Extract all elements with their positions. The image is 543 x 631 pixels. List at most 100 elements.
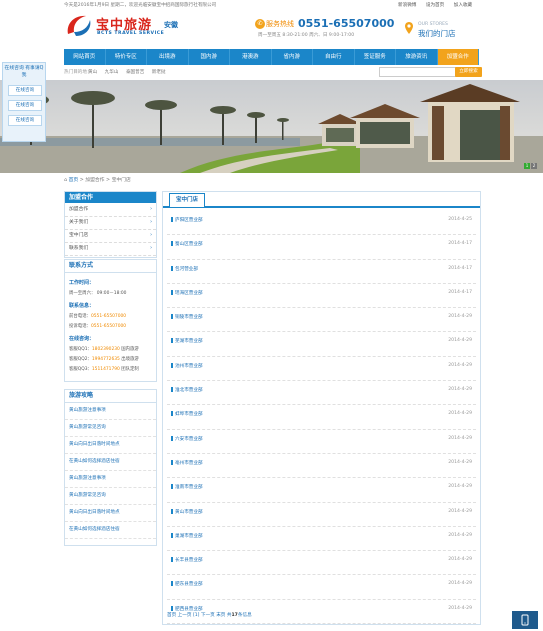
qq-line[interactable]: 客服QQ1：1802390230 国内旅游 — [65, 346, 156, 352]
search-row: 热门目的地： 黄山 九华山 泰国普吉 新老挝 立即搜索 — [64, 67, 482, 77]
nav-news[interactable]: 旅游资讯 — [396, 49, 438, 65]
hot-word-link[interactable]: 九华山 — [105, 70, 119, 75]
search-input[interactable] — [379, 67, 457, 77]
store-link[interactable]: 淮北市营业部 — [171, 387, 203, 393]
store-date: 2014-4-29 — [448, 338, 472, 344]
logo-brand-en: BCTS TRAVEL SERVICE — [97, 31, 165, 36]
current-page: [1] — [192, 613, 200, 618]
nav-outbound[interactable]: 出境游 — [147, 49, 189, 65]
store-link[interactable]: 庐阳区营业部 — [171, 217, 203, 223]
breadcrumb-separator: > — [79, 178, 84, 183]
guide-link[interactable]: 黄山向日出日落时间地点 — [65, 437, 156, 454]
store-date: 2014-4-29 — [448, 314, 472, 320]
banner-page-dot[interactable]: 1 — [524, 163, 530, 169]
hotline-number: 0551-65507000 — [298, 17, 395, 30]
store-date: 2014-4-29 — [448, 605, 472, 611]
guide-link[interactable]: 黄山旅游常见咨询 — [65, 420, 156, 437]
store-link[interactable]: 亳州市营业部 — [171, 460, 203, 466]
sidebar-item-franchise[interactable]: 加盟合作 — [65, 204, 156, 217]
store-link[interactable]: 芜湖市营业部 — [171, 338, 203, 344]
set-homepage-link[interactable]: 设为首页 — [426, 3, 444, 8]
qq-line[interactable]: 客服QQ3：1511471790 团队定制 — [65, 366, 156, 372]
breadcrumb-separator: > — [106, 178, 111, 183]
guide-link[interactable]: 在黄山如何选择酒店住宿 — [65, 522, 156, 539]
pagination: 首页 上一页 [1] 下一页 末页 共17条信息 — [167, 612, 252, 618]
nav-hk-macau[interactable]: 港澳游 — [230, 49, 272, 65]
guide-link[interactable]: 黄山旅游常见咨询 — [65, 488, 156, 505]
list-item: 黄山市营业部 2014-4-29 — [167, 503, 476, 527]
store-link[interactable]: 瑶海区营业部 — [171, 290, 203, 296]
qq-line[interactable]: 客服QQ2：1994772635 出境旅游 — [65, 356, 156, 362]
store-link[interactable]: 铜陵市营业部 — [171, 314, 203, 320]
list-item: 亳州市营业部 2014-4-29 — [167, 454, 476, 479]
work-hours-label: 工作时间： — [69, 280, 95, 286]
store-link[interactable]: 蚌埠市营业部 — [171, 411, 203, 417]
breadcrumb-franchise[interactable]: 加盟合作 — [85, 178, 104, 183]
store-link[interactable]: 蜀山区营业部 — [171, 241, 203, 247]
guide-heading: 旅游攻略 — [65, 390, 156, 403]
weibo-link[interactable]: 新浪微博 — [398, 3, 416, 8]
hot-word-link[interactable]: 泰国普吉 — [126, 70, 144, 75]
nav-specials[interactable]: 特价专区 — [106, 49, 147, 65]
site-logo[interactable]: 宝中旅游 安徽 BCTS TRAVEL SERVICE — [64, 12, 194, 40]
online-consult-button[interactable]: 在线咨询 — [8, 85, 42, 96]
sidebar-item-about[interactable]: 关于我们 — [65, 217, 156, 230]
banner-image — [0, 80, 543, 173]
store-link[interactable]: 巢湖市营业部 — [171, 533, 203, 539]
mobile-site-button[interactable] — [512, 611, 538, 629]
add-favorite-link[interactable]: 加入收藏 — [454, 3, 472, 8]
list-item: 六安市营业部 2014-4-29 — [167, 430, 476, 454]
resort-scene-image — [0, 80, 543, 173]
stores-link[interactable]: 我们的门店 — [418, 28, 456, 39]
store-date: 2014-4-25 — [448, 217, 472, 222]
nav-home[interactable]: 网站首页 — [64, 49, 106, 65]
qq-float-panel: 在线咨询 有事请Q我 在线咨询 在线咨询 在线咨询 — [2, 62, 46, 142]
last-page-link[interactable]: 末页 — [216, 613, 225, 618]
list-item: 芜湖市营业部 2014-4-29 — [167, 332, 476, 357]
store-date: 2014-4-29 — [448, 532, 472, 538]
store-date: 2014-4-29 — [448, 459, 472, 465]
logo-swirl-icon — [67, 15, 91, 36]
sidebar-item-contact[interactable]: 联系我们 — [65, 243, 156, 256]
travel-guide-panel: 旅游攻略 黄山旅游注意事项 黄山旅游常见咨询 黄山向日出日落时间地点 在黄山如何… — [64, 389, 157, 546]
hot-word-link[interactable]: 黄山 — [88, 70, 97, 75]
store-link[interactable]: 六安市营业部 — [171, 436, 203, 442]
nav-in-province[interactable]: 省内游 — [272, 49, 313, 65]
store-date: 2014-4-29 — [448, 557, 472, 563]
banner-page-dot[interactable]: 2 — [531, 163, 537, 169]
store-link[interactable]: 肥西县营业部 — [171, 606, 203, 612]
first-page-link[interactable]: 首页 — [167, 613, 176, 618]
store-link[interactable]: 长丰县营业部 — [171, 557, 203, 563]
nav-visa[interactable]: 签证服务 — [355, 49, 396, 65]
online-consult-button[interactable]: 在线咨询 — [8, 115, 42, 126]
prev-page-link[interactable]: 上一页 — [178, 613, 192, 618]
guide-link[interactable]: 在黄山如何选择酒店住宿 — [65, 454, 156, 471]
list-item: 巢湖市营业部 2014-4-29 — [167, 527, 476, 552]
guide-link[interactable]: 黄山旅游注意事项 — [65, 403, 156, 420]
store-date: 2014-4-29 — [448, 581, 472, 587]
store-link[interactable]: 黄山市营业部 — [171, 509, 203, 515]
nav-domestic[interactable]: 国内游 — [189, 49, 230, 65]
store-link[interactable]: 肥东县营业部 — [171, 581, 203, 587]
next-page-link[interactable]: 下一页 — [201, 613, 215, 618]
sidebar-item-stores[interactable]: 宝中门店 — [65, 230, 156, 243]
online-consult-button[interactable]: 在线咨询 — [8, 100, 42, 111]
store-link[interactable]: 池州市营业部 — [171, 363, 203, 369]
guide-link[interactable]: 黄山向日出日落时间地点 — [65, 505, 156, 522]
store-link[interactable]: 包河营业部 — [171, 266, 198, 272]
store-date: 2014-4-29 — [448, 508, 472, 514]
breadcrumb-home[interactable]: 首页 — [69, 178, 79, 183]
hot-word-link[interactable]: 新老挝 — [152, 70, 166, 75]
breadcrumb: ⌂ 首页 > 加盟合作 > 宝中门店 — [64, 176, 131, 183]
tab-stores[interactable]: 宝中门店 — [169, 193, 206, 207]
store-link[interactable]: 淮南市营业部 — [171, 484, 203, 490]
store-date: 2014-4-29 — [448, 411, 472, 417]
nav-franchise[interactable]: 加盟合作 — [437, 49, 479, 65]
guide-link[interactable]: 黄山旅游注意事项 — [65, 471, 156, 488]
hotline-label: 服务热线 — [266, 20, 294, 28]
location-pin-icon — [405, 22, 413, 34]
store-date: 2014-4-29 — [448, 387, 472, 393]
welcome-text: 今天是2016年1月9日 星期二，欢迎光临安徽宝中招商国际旅行社有限公司 — [64, 3, 217, 8]
nav-free-travel[interactable]: 自由行 — [313, 49, 355, 65]
search-button[interactable]: 立即搜索 — [455, 67, 482, 77]
